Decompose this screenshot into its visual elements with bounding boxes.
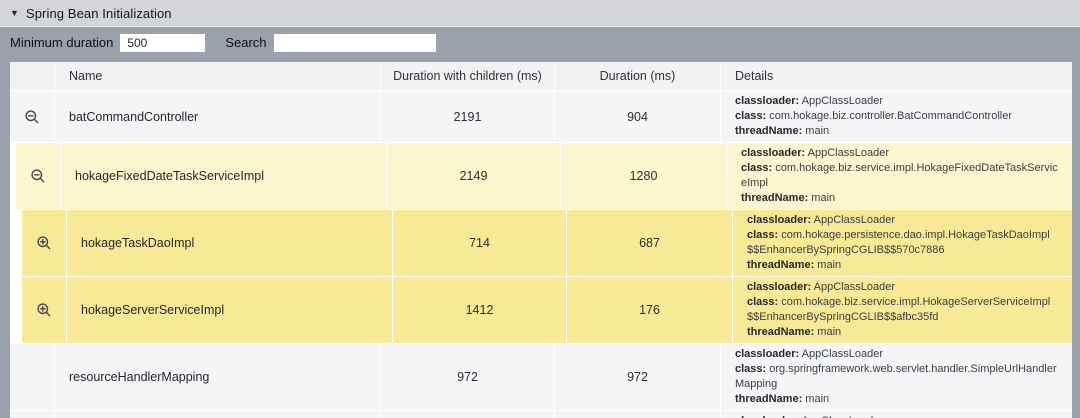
duration-value: 904: [554, 91, 720, 142]
filter-toolbar: Minimum duration Search: [0, 27, 1080, 58]
collapse-triangle-icon[interactable]: ▼: [10, 9, 19, 18]
search-label: Search: [225, 35, 266, 50]
table-header-row: Name Duration with children (ms) Duratio…: [10, 62, 1072, 90]
bean-name: hokageFixedDateTaskServiceImpl: [60, 143, 386, 209]
bean-name: resourceHandlerMapping: [54, 344, 380, 410]
column-header-toggle: [10, 62, 54, 90]
detail-line-classloader: classloader: AppClassLoader: [747, 213, 1060, 228]
table-row: batCommandController2191904classloader: …: [10, 90, 1072, 142]
table-row: hokageTaskDaoImpl714687classloader: AppC…: [22, 209, 1072, 276]
bean-details: classloader: AppClassLoaderclass: com.ho…: [732, 210, 1072, 276]
detail-line-classloader: classloader: AppClassLoader: [735, 414, 1060, 418]
duration-value: 388: [554, 411, 720, 418]
detail-line-threadName: threadName: main: [747, 258, 1060, 273]
panel-header[interactable]: ▼ Spring Bean Initialization: [0, 0, 1080, 27]
detail-line-class: class: com.hokage.biz.controller.BatComm…: [735, 109, 1060, 124]
duration-with-children-value: 972: [380, 344, 554, 410]
expand-toggle-cell[interactable]: [22, 210, 66, 276]
bean-name: sessionRepositoryFilterRegistration: [54, 411, 380, 418]
detail-line-class: class: com.hokage.biz.service.impl.Hokag…: [747, 295, 1060, 325]
expand-toggle-cell-empty: [10, 344, 54, 410]
detail-line-class: class: com.hokage.persistence.dao.impl.H…: [747, 228, 1060, 258]
detail-line-classloader: classloader: AppClassLoader: [747, 280, 1060, 295]
zoom-in-icon[interactable]: [22, 277, 66, 343]
detail-line-class: class: org.springframework.web.servlet.h…: [735, 362, 1060, 392]
bean-name: hokageTaskDaoImpl: [66, 210, 392, 276]
bean-name: batCommandController: [54, 91, 380, 142]
duration-value: 687: [566, 210, 732, 276]
table-row: resourceHandlerMapping972972classloader:…: [10, 343, 1072, 410]
expand-toggle-cell[interactable]: [16, 143, 60, 209]
detail-line-classloader: classloader: AppClassLoader: [741, 146, 1060, 161]
detail-line-classloader: classloader: AppClassLoader: [735, 94, 1060, 109]
column-header-name: Name: [54, 62, 380, 90]
table-row: sessionRepositoryFilterRegistration62838…: [10, 410, 1072, 418]
panel-title: Spring Bean Initialization: [26, 6, 172, 21]
detail-line-threadName: threadName: main: [735, 392, 1060, 407]
bean-details: classloader: AppClassLoaderclass: org.sp…: [720, 344, 1072, 410]
detail-line-class: class: com.hokage.biz.service.impl.Hokag…: [741, 161, 1060, 191]
duration-with-children-value: 628: [380, 411, 554, 418]
column-header-duration-with-children: Duration with children (ms): [380, 62, 554, 90]
duration-with-children-value: 714: [392, 210, 566, 276]
bean-name: hokageServerServiceImpl: [66, 277, 392, 343]
min-duration-label: Minimum duration: [10, 35, 113, 50]
duration-with-children-value: 1412: [392, 277, 566, 343]
duration-value: 1280: [560, 143, 726, 209]
table-body: batCommandController2191904classloader: …: [10, 90, 1072, 418]
duration-value: 176: [566, 277, 732, 343]
bean-table: Name Duration with children (ms) Duratio…: [10, 62, 1072, 418]
duration-with-children-value: 2149: [386, 143, 560, 209]
expand-toggle-cell[interactable]: [10, 411, 54, 418]
column-header-details: Details: [720, 62, 1072, 90]
bean-details: classloader: AppClassLoaderclass: com.ho…: [726, 143, 1072, 209]
detail-line-threadName: threadName: main: [735, 124, 1060, 139]
detail-line-classloader: classloader: AppClassLoader: [735, 347, 1060, 362]
zoom-out-icon[interactable]: [10, 91, 54, 142]
detail-line-threadName: threadName: main: [741, 191, 1060, 206]
bean-details: classloader: AppClassLoaderclass: com.ho…: [720, 91, 1072, 142]
detail-line-threadName: threadName: main: [747, 325, 1060, 340]
min-duration-input[interactable]: [120, 34, 205, 52]
search-input[interactable]: [274, 34, 436, 52]
table-row: hokageServerServiceImpl1412176classloade…: [22, 276, 1072, 343]
duration-value: 972: [554, 344, 720, 410]
table-row: hokageFixedDateTaskServiceImpl21491280cl…: [16, 142, 1072, 209]
duration-with-children-value: 2191: [380, 91, 554, 142]
bean-details: classloader: AppClassLoaderclass: com.ho…: [732, 277, 1072, 343]
expand-toggle-cell[interactable]: [22, 277, 66, 343]
zoom-in-icon[interactable]: [22, 210, 66, 276]
bean-details: classloader: AppClassLoaderclass: org.sp…: [720, 411, 1072, 418]
zoom-in-icon[interactable]: [10, 411, 54, 418]
expand-toggle-cell[interactable]: [10, 91, 54, 142]
column-header-duration: Duration (ms): [554, 62, 720, 90]
zoom-out-icon[interactable]: [16, 143, 60, 209]
